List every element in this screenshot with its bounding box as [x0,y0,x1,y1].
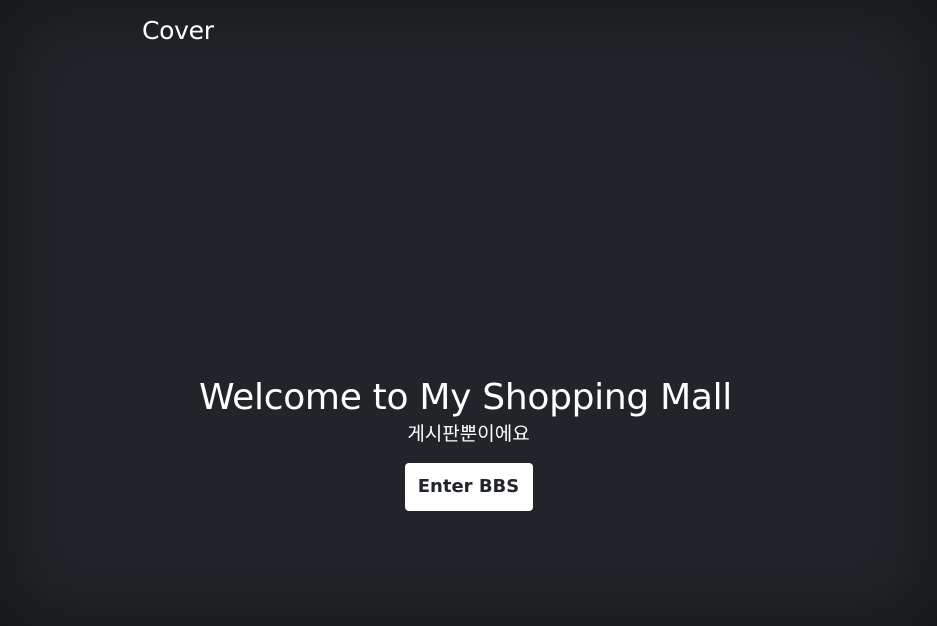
hero-lead-text: 게시판뿐이에요 [407,423,530,445]
brand-title: Cover [142,16,214,45]
enter-bbs-button[interactable]: Enter BBS [404,463,533,511]
hero-section: Welcome to My Shopping Mall 게시판뿐이에요 Ente… [0,372,937,511]
page-title: Welcome to My Shopping Mall [198,377,733,418]
